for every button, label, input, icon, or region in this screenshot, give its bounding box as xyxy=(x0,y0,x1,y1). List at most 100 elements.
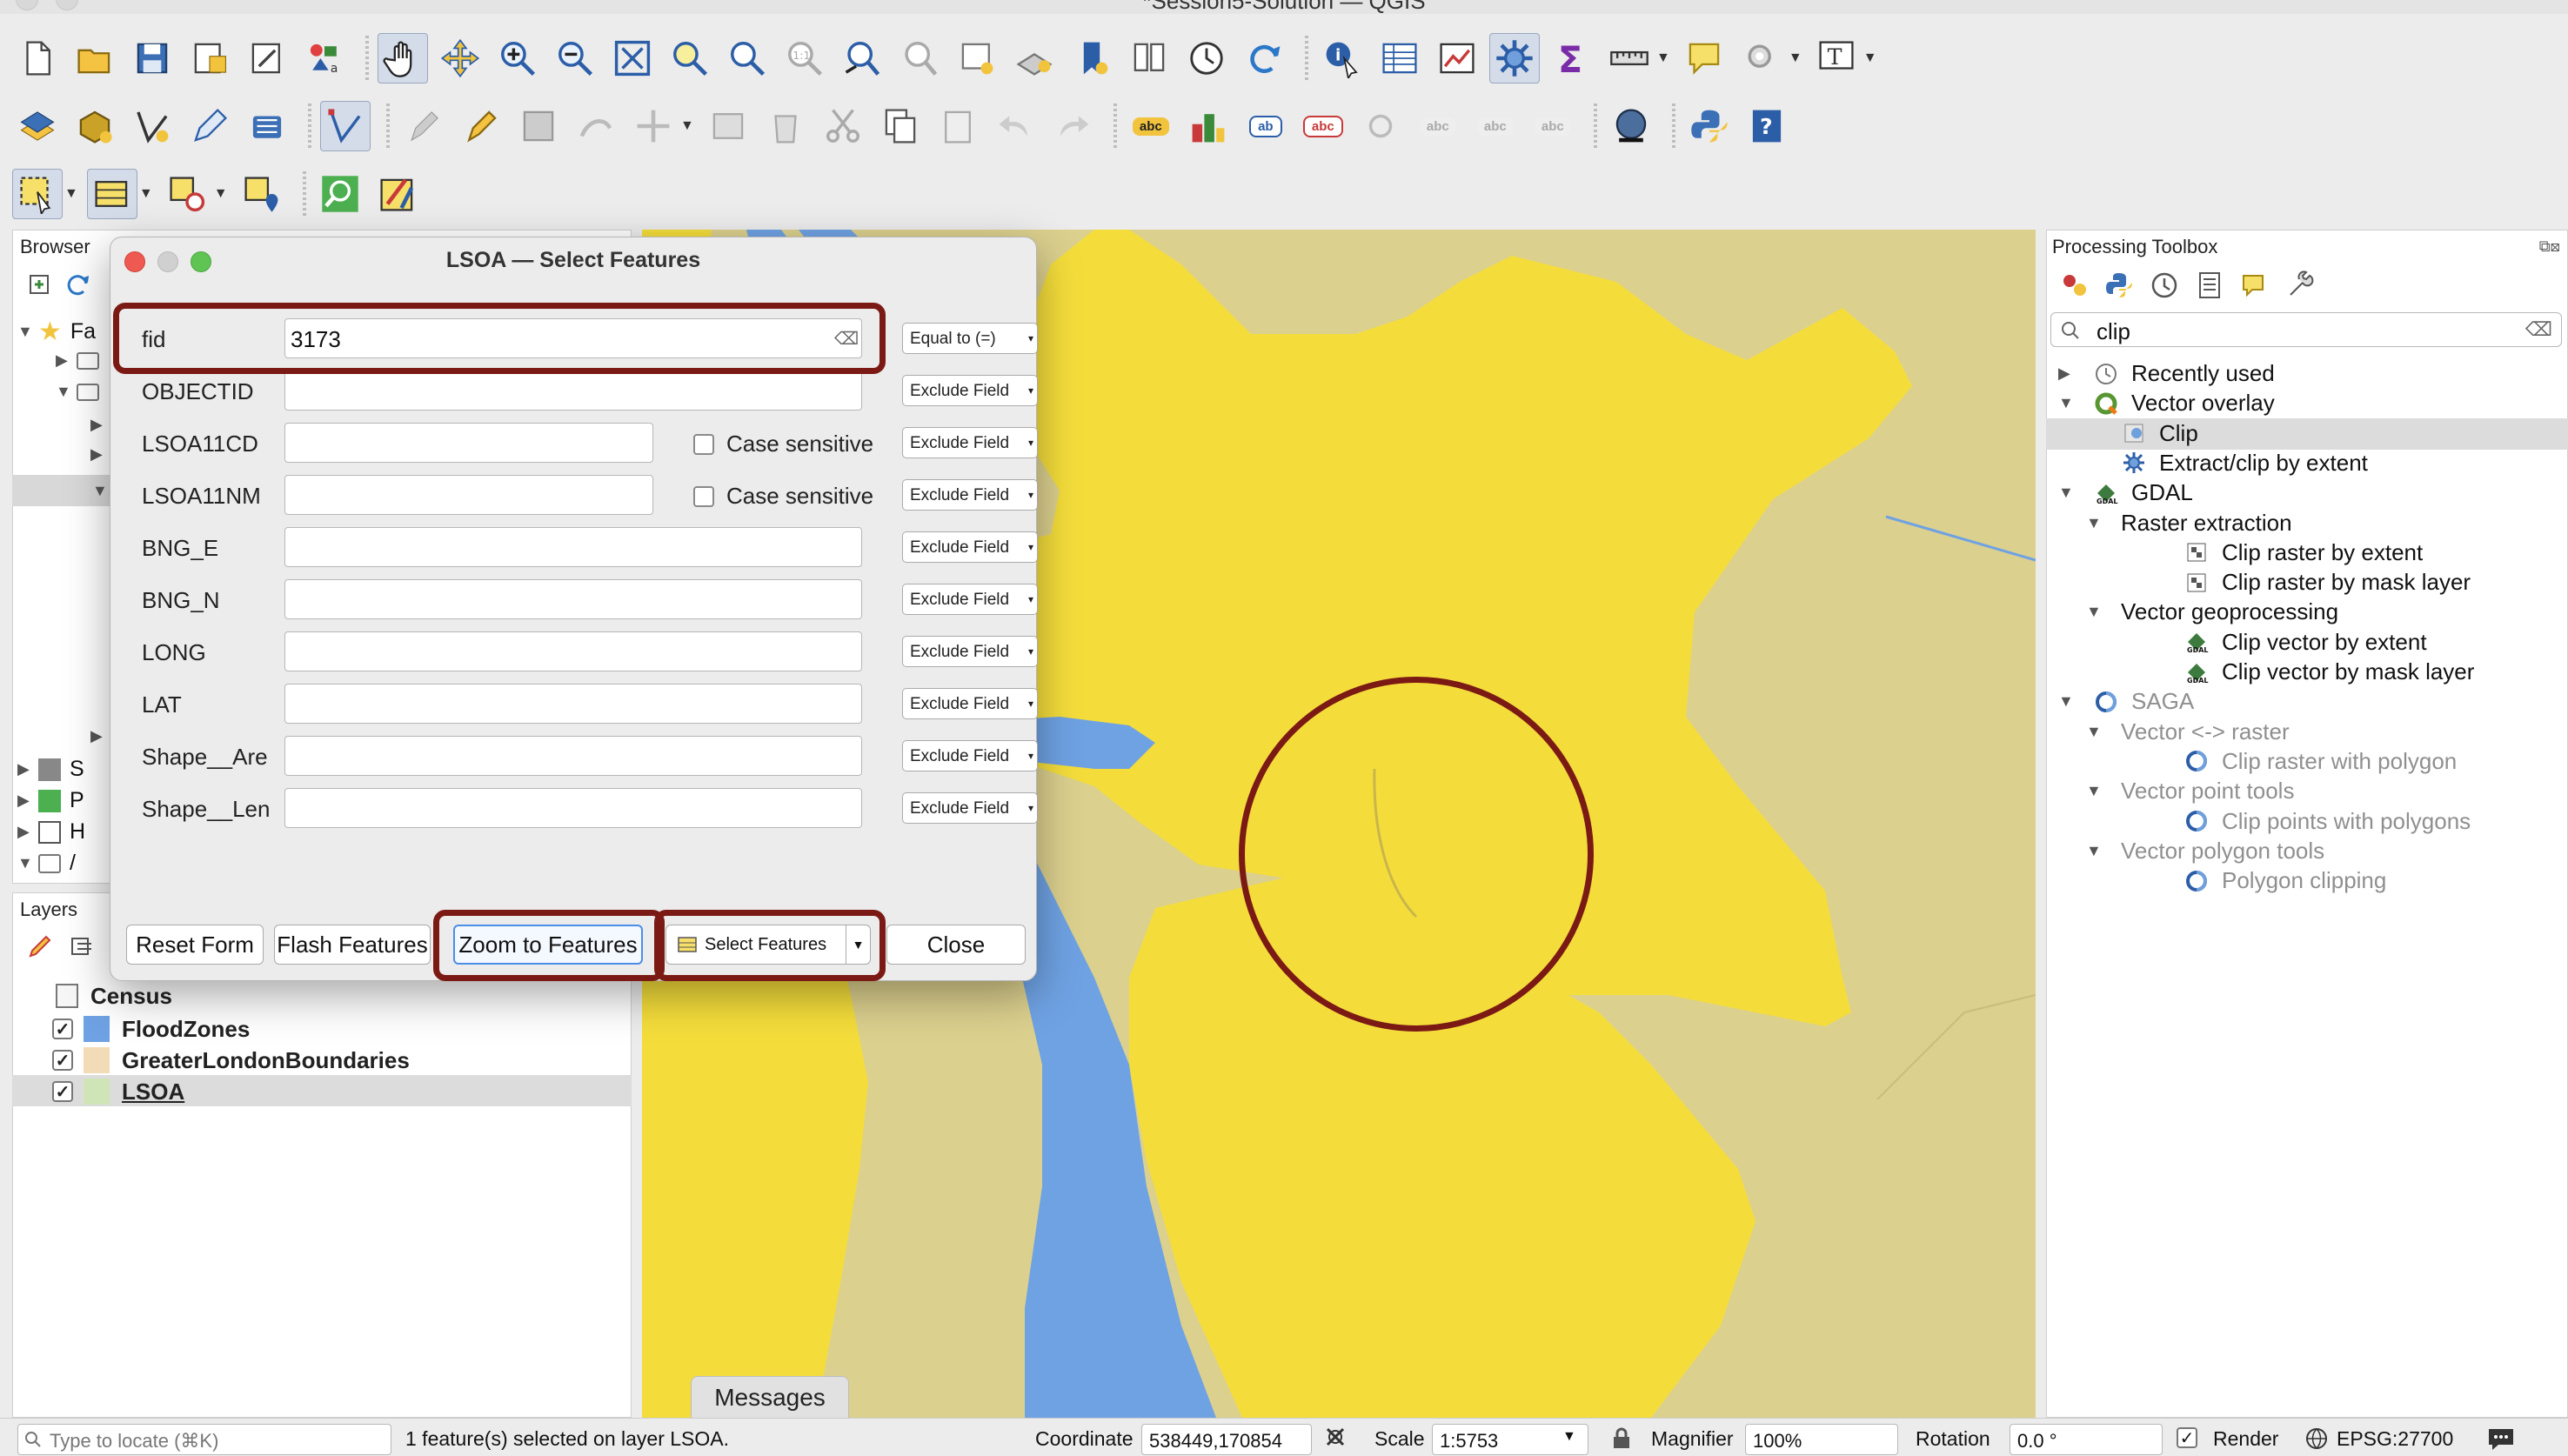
results-viewer-icon[interactable] xyxy=(2195,270,2224,300)
undo-icon[interactable] xyxy=(990,101,1040,151)
select-features-icon[interactable] xyxy=(12,169,63,219)
pan-to-selection-icon[interactable] xyxy=(435,33,485,83)
field-value-input[interactable] xyxy=(284,579,862,619)
magnifier-field[interactable]: 100% xyxy=(1745,1424,1898,1455)
globe-icon[interactable] xyxy=(2305,1427,2328,1450)
field-value-input[interactable] xyxy=(284,475,653,515)
layer-visibility-checkbox[interactable]: ✓ xyxy=(52,1081,73,1102)
case-sensitive-checkbox[interactable]: Case sensitive xyxy=(693,431,873,458)
delete-selected-icon[interactable] xyxy=(760,101,811,151)
actions-icon[interactable] xyxy=(1736,33,1787,83)
chevron-down-icon[interactable]: ▼ xyxy=(214,186,228,202)
chevron-down-icon[interactable]: ▼ xyxy=(64,186,78,202)
crs-label[interactable]: EPSG:27700 xyxy=(2337,1427,2453,1451)
flash-features-button[interactable]: Flash Features xyxy=(274,925,431,965)
highlight-pinned-labels-icon[interactable]: ab xyxy=(1241,101,1291,151)
chevron-down-icon[interactable]: ▼ xyxy=(1789,50,1802,66)
browser-row[interactable]: ▶ xyxy=(90,445,111,464)
text-annotation-icon[interactable]: T xyxy=(1811,33,1862,83)
zoom-next-icon[interactable] xyxy=(894,33,945,83)
rotation-field[interactable]: 0.0 ° xyxy=(2010,1424,2163,1455)
style-panel-icon[interactable] xyxy=(27,933,53,959)
scripts-icon[interactable] xyxy=(2104,270,2134,300)
select-features-button[interactable]: Select Features ▼ xyxy=(665,925,871,965)
field-operator-select[interactable]: Exclude Field ▾ xyxy=(902,688,1038,719)
algorithm-item[interactable]: Polygon clipping xyxy=(2149,867,2386,894)
layer-visibility-checkbox[interactable]: ✓ xyxy=(52,1050,73,1071)
layer-item-greaterlondonboundaries[interactable]: ✓ GreaterLondonBoundaries xyxy=(52,1045,410,1075)
locator-input[interactable]: Type to locate (⌘K) xyxy=(17,1424,391,1455)
sum-icon[interactable]: Σ xyxy=(1547,33,1597,83)
help-icon[interactable]: ? xyxy=(1742,101,1792,151)
label-toolbar-icon[interactable]: abc xyxy=(1126,101,1176,151)
layer-item-lsoa[interactable]: ✓ LSOA xyxy=(52,1077,184,1106)
print-layout-icon[interactable] xyxy=(242,33,292,83)
case-sensitive-checkbox[interactable]: Case sensitive xyxy=(693,483,873,510)
field-operator-select[interactable]: Exclude Field ▾ xyxy=(902,740,1038,771)
select-by-value-icon[interactable] xyxy=(86,169,137,219)
change-label-icon[interactable]: abc xyxy=(1528,101,1578,151)
current-edits-icon[interactable] xyxy=(398,101,449,151)
coordinate-field[interactable]: 538449,170854 xyxy=(1141,1424,1312,1455)
field-operator-select[interactable]: Exclude Field ▾ xyxy=(902,636,1038,667)
field-calculator-icon[interactable] xyxy=(372,169,423,219)
move-feature-icon[interactable] xyxy=(628,101,679,151)
processing-search-input[interactable]: clip xyxy=(2097,318,2130,345)
layer-item-floodzones[interactable]: ✓ FloodZones xyxy=(52,1014,250,1044)
layer-diagram-icon[interactable] xyxy=(1183,101,1234,151)
browser-row-p[interactable]: ▶ P xyxy=(17,788,84,813)
identify-features-icon[interactable]: i xyxy=(1317,33,1368,83)
edit-features-in-place-icon[interactable] xyxy=(2240,270,2270,300)
algorithm-item[interactable]: Clip points with polygons xyxy=(2149,808,2471,835)
toggle-extents-icon[interactable] xyxy=(1322,1424,1348,1450)
algorithm-item[interactable]: Clip xyxy=(2086,420,2198,447)
models-icon[interactable] xyxy=(2059,270,2089,300)
algorithm-item[interactable]: Clip raster by mask layer xyxy=(2149,569,2471,596)
field-value-input[interactable]: 3173 xyxy=(284,318,862,358)
refresh-browser-icon[interactable] xyxy=(65,272,91,298)
chevron-down-icon[interactable]: ▼ xyxy=(2058,394,2093,412)
pan-map-icon[interactable] xyxy=(378,33,428,83)
browser-row-h[interactable]: ▶ H xyxy=(17,819,85,845)
data-source-manager-icon[interactable] xyxy=(12,101,63,151)
quickosm-icon[interactable] xyxy=(1606,101,1656,151)
rotate-label-icon[interactable]: abc xyxy=(1470,101,1521,151)
move-label-icon[interactable]: abc xyxy=(1413,101,1463,151)
add-selected-icon[interactable] xyxy=(27,272,53,298)
checkbox-box[interactable] xyxy=(693,485,714,507)
field-value-input[interactable] xyxy=(284,371,862,411)
modify-attributes-icon[interactable] xyxy=(703,101,753,151)
show-hide-labels-icon[interactable] xyxy=(1355,101,1406,151)
provider-group[interactable]: ▼ Vector polygon tools xyxy=(2086,838,2324,865)
close-button[interactable]: Close xyxy=(886,925,1026,965)
zoom-to-layer-icon[interactable] xyxy=(722,33,772,83)
provider-group[interactable]: ▼ Vector <-> raster xyxy=(2086,718,2290,745)
field-value-input[interactable] xyxy=(284,631,862,671)
open-project-icon[interactable] xyxy=(70,33,120,83)
new-geopackage-layer-icon[interactable] xyxy=(70,101,120,151)
provider-group[interactable]: ▼ Vector point tools xyxy=(2086,778,2294,805)
field-operator-select[interactable]: Exclude Field ▾ xyxy=(902,375,1038,406)
chevron-down-icon[interactable]: ▼ xyxy=(2086,603,2121,621)
algorithm-item[interactable]: GDAL Clip vector by extent xyxy=(2149,629,2427,656)
edit-pencil-icon[interactable] xyxy=(184,101,235,151)
field-value-input[interactable] xyxy=(284,736,862,776)
pin-labels-icon[interactable]: abc xyxy=(1298,101,1348,151)
provider-group[interactable]: ▼ Vector geoprocessing xyxy=(2086,598,2338,625)
field-operator-select[interactable]: Equal to (=) ▾ xyxy=(902,323,1038,354)
chevron-down-icon[interactable]: ▼ xyxy=(2086,723,2121,741)
algorithm-item[interactable]: Extract/clip by extent xyxy=(2086,450,2368,477)
options-icon[interactable] xyxy=(2285,270,2315,300)
chevron-down-icon[interactable]: ▼ xyxy=(2086,782,2121,800)
chevron-down-icon[interactable]: ▼ xyxy=(1656,50,1670,66)
locator-search-icon[interactable] xyxy=(315,169,365,219)
paste-features-icon[interactable] xyxy=(933,101,983,151)
render-checkbox[interactable]: ✓ xyxy=(2177,1427,2197,1448)
attribute-table-icon[interactable] xyxy=(1374,33,1425,83)
zoom-full-icon[interactable] xyxy=(607,33,658,83)
zoom-in-icon[interactable] xyxy=(492,33,543,83)
save-project-icon[interactable] xyxy=(127,33,177,83)
chevron-down-icon[interactable]: ▼ xyxy=(2086,514,2121,532)
history-icon[interactable] xyxy=(2150,270,2179,300)
messages-tab[interactable]: Messages xyxy=(691,1376,849,1419)
